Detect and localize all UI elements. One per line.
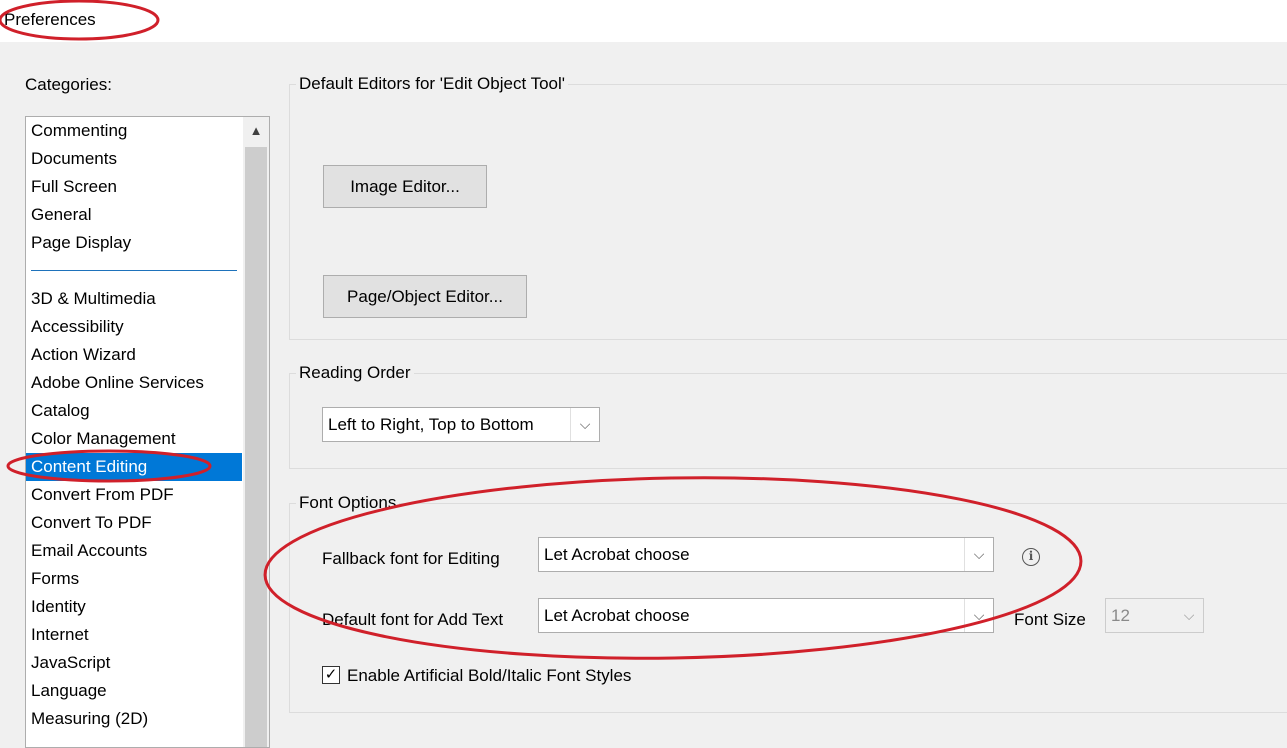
categories-items: Commenting Documents Full Screen General Pag… — [26, 117, 242, 733]
checkmark-icon: ✓ — [324, 666, 338, 683]
artificial-styles-label[interactable]: Enable Artificial Bold/Italic Font Style… — [347, 666, 631, 686]
category-item[interactable]: Full Screen — [26, 173, 242, 201]
category-item[interactable]: Identity — [26, 593, 242, 621]
category-item[interactable]: General — [26, 201, 242, 229]
category-item[interactable]: Color Management — [26, 425, 242, 453]
category-item[interactable]: Measuring (2D) — [26, 705, 242, 733]
page-object-editor-button[interactable]: Page/Object Editor... — [323, 275, 527, 318]
default-font-value: Let Acrobat choose — [544, 606, 690, 625]
font-options-title: Font Options — [296, 493, 400, 513]
category-item[interactable]: Adobe Online Services — [26, 369, 242, 397]
default-editors-title: Default Editors for 'Edit Object Tool' — [296, 74, 569, 94]
scrollbar-thumb[interactable] — [245, 147, 267, 747]
category-item[interactable]: Commenting — [26, 117, 242, 145]
font-size-value: 12 — [1111, 606, 1130, 625]
category-item[interactable]: 3D & Multimedia — [26, 285, 242, 313]
chevron-up-icon[interactable]: ▲ — [243, 117, 269, 145]
fallback-font-value: Let Acrobat choose — [544, 545, 690, 564]
category-item[interactable]: Catalog — [26, 397, 242, 425]
chevron-down-icon[interactable]: ⌵ — [1175, 599, 1203, 632]
category-item[interactable]: JavaScript — [26, 649, 242, 677]
category-item[interactable]: Action Wizard — [26, 341, 242, 369]
reading-order-value: Left to Right, Top to Bottom — [328, 415, 534, 434]
default-font-label: Default font for Add Text — [322, 610, 504, 629]
title-bar: Preferences — [0, 0, 1287, 42]
chevron-down-icon[interactable]: ⌵ — [964, 538, 993, 571]
category-item[interactable]: Content Editing — [26, 453, 242, 481]
artificial-styles-checkbox[interactable]: ✓ — [322, 666, 340, 684]
category-item[interactable]: Internet — [26, 621, 242, 649]
chevron-down-icon[interactable]: ⌵ — [964, 599, 993, 632]
category-separator — [26, 257, 242, 285]
reading-order-title: Reading Order — [296, 363, 414, 383]
font-size-select[interactable]: 12 ⌵ — [1105, 598, 1204, 633]
category-item[interactable]: Documents — [26, 145, 242, 173]
info-icon[interactable]: i — [1022, 548, 1040, 566]
default-font-select[interactable]: Let Acrobat choose ⌵ — [538, 598, 994, 633]
fallback-font-label: Fallback font for Editing — [322, 549, 500, 568]
font-size-label: Font Size — [1014, 610, 1086, 629]
reading-order-select[interactable]: Left to Right, Top to Bottom ⌵ — [322, 407, 600, 442]
categories-scrollbar[interactable]: ▲ — [243, 117, 269, 747]
categories-list[interactable]: Commenting Documents Full Screen General Pag… — [25, 116, 270, 748]
category-item[interactable]: Convert From PDF — [26, 481, 242, 509]
fallback-font-select[interactable]: Let Acrobat choose ⌵ — [538, 537, 994, 572]
image-editor-button[interactable]: Image Editor... — [323, 165, 487, 208]
chevron-down-icon[interactable]: ⌵ — [570, 408, 599, 441]
window-title: Preferences — [4, 10, 96, 29]
category-item[interactable]: Email Accounts — [26, 537, 242, 565]
category-item[interactable]: Forms — [26, 565, 242, 593]
category-item[interactable]: Language — [26, 677, 242, 705]
categories-label: Categories: — [25, 75, 112, 94]
category-item[interactable]: Accessibility — [26, 313, 242, 341]
category-item[interactable]: Page Display — [26, 229, 242, 257]
category-item[interactable]: Convert To PDF — [26, 509, 242, 537]
